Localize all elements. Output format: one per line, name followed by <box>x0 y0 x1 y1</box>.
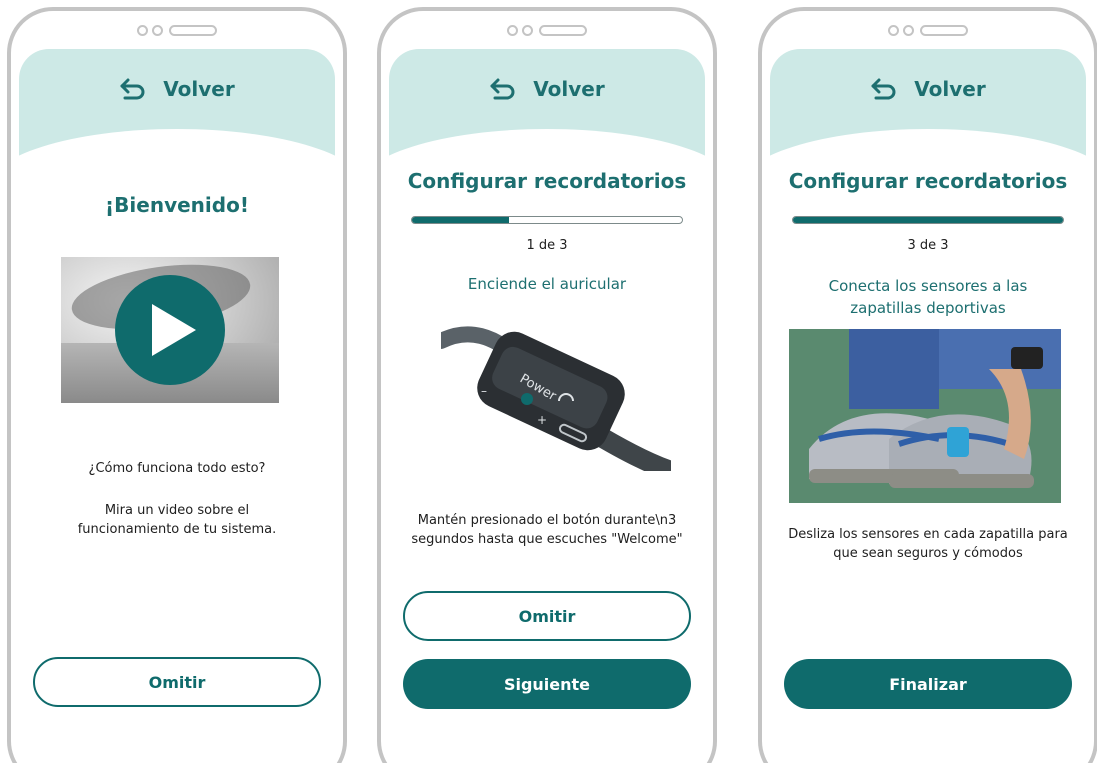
page-title: ¡Bienvenido! <box>105 193 249 217</box>
skip-button[interactable]: Omitir <box>403 591 691 641</box>
header: Volver <box>381 49 713 189</box>
finish-button[interactable]: Finalizar <box>784 659 1072 709</box>
back-button[interactable]: Volver <box>19 77 335 101</box>
page-title: Configurar recordatorios <box>407 169 687 193</box>
progress-bar <box>411 216 683 224</box>
volume-plus-label: + <box>537 413 547 427</box>
step-counter: 3 de 3 <box>907 238 949 253</box>
step-subtitle: Conecta los sensores a las zapatillas de… <box>828 277 1028 317</box>
instruction-text: Mantén presionado el botón durante\n3 se… <box>411 513 683 547</box>
progress-fill <box>412 217 510 223</box>
progress-bar <box>792 216 1064 224</box>
back-label: Volver <box>533 77 605 101</box>
page-title: Configurar recordatorios <box>788 169 1068 193</box>
skip-button[interactable]: Omitir <box>33 657 321 707</box>
power-button-icon <box>521 393 533 405</box>
question-text: ¿Cómo funciona todo esto? <box>88 461 266 476</box>
phone-setup-step-3: Volver Configurar recordatorios 3 de 3 C… <box>758 7 1097 763</box>
step-counter: 1 de 3 <box>526 238 568 253</box>
phone-welcome-screen: Volver ¡Bienvenido! ¿Cómo funciona todo … <box>7 7 347 763</box>
tutorial-video[interactable] <box>61 257 279 403</box>
back-button[interactable]: Volver <box>770 77 1086 101</box>
phone-setup-step-1: Volver Configurar recordatorios 1 de 3 E… <box>377 7 717 763</box>
play-icon <box>152 304 196 356</box>
description-text: Mira un video sobre el funcionamiento de… <box>77 503 277 537</box>
phone-notch <box>507 25 587 36</box>
volume-minus-label: – <box>481 384 487 398</box>
header: Volver <box>762 49 1094 189</box>
undo-arrow-icon <box>120 78 145 100</box>
phone-notch <box>888 25 968 36</box>
progress-fill <box>793 217 1063 223</box>
instruction-text: Desliza los sensores en cada zapatilla p… <box>788 527 1068 561</box>
undo-arrow-icon <box>871 78 896 100</box>
earphone-illustration: Power – + <box>441 326 671 471</box>
phone-notch <box>137 25 217 36</box>
sneaker-sensor-photo <box>789 329 1061 503</box>
back-button[interactable]: Volver <box>389 77 705 101</box>
back-label: Volver <box>914 77 986 101</box>
step-subtitle: Enciende el auricular <box>467 275 627 293</box>
play-button[interactable] <box>115 275 225 385</box>
undo-arrow-icon <box>490 78 515 100</box>
header: Volver <box>11 49 343 189</box>
back-label: Volver <box>163 77 235 101</box>
next-button[interactable]: Siguiente <box>403 659 691 709</box>
